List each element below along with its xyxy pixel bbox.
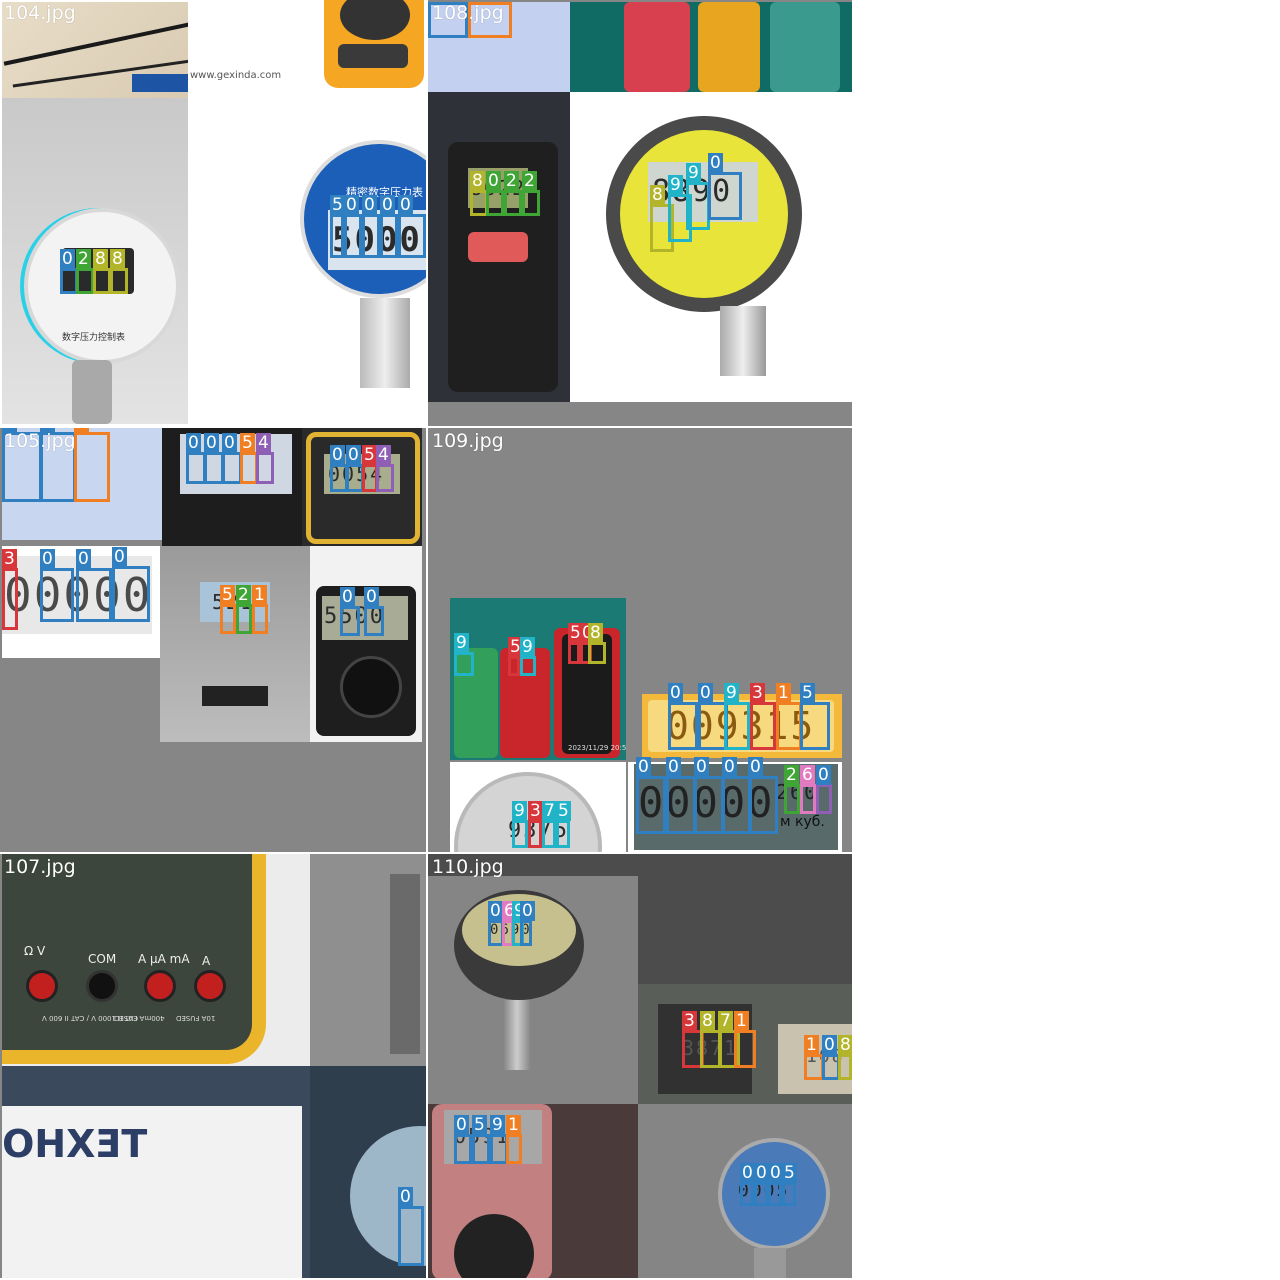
detection-box: 1 (804, 1035, 824, 1080)
detection-box: 0 (344, 195, 362, 258)
detection-box: 5 (220, 585, 236, 634)
detection-box: 5 (782, 1163, 797, 1206)
tile-110: 0690 3871 108 0591 0005 0 6 9 0 3 8 7 1 … (428, 854, 854, 1280)
detection-box: 0 (520, 901, 535, 946)
fused-label-right: 10A FUSED (176, 1014, 216, 1022)
tile-107: Ω V COM A μA mA A CAT II 1000 V / CAT II… (0, 854, 428, 1280)
detection-box: 9 (512, 801, 528, 848)
tile-filename: 110.jpg (432, 856, 504, 878)
detection-box: 3 (528, 801, 543, 848)
detection-box: 0 (668, 683, 698, 750)
detection-box: 0 (340, 587, 360, 636)
detection-box: 4 (376, 445, 394, 492)
detection-box: 8 (93, 249, 111, 294)
detection-box: 0 (398, 1187, 424, 1266)
three-meters-photo (570, 2, 852, 92)
detection-box: 4 (256, 433, 274, 484)
detection-box: 0 (768, 1163, 783, 1206)
photo-timestamp: 2023/11/29 20:59 (568, 744, 626, 752)
orange-multimeter-photo (320, 0, 426, 92)
detection-box: 0 (636, 757, 666, 834)
tile-filename: 107.jpg (4, 856, 76, 878)
detection-box: 3 (2, 549, 18, 630)
tile-filename: 109.jpg (432, 430, 504, 452)
detection-box: 1 (252, 585, 268, 634)
grey-panel-photo (310, 854, 426, 1066)
detection-box: 2 (504, 171, 522, 216)
detection-box: 2 (784, 765, 800, 814)
detection-box: 5 (800, 683, 830, 750)
detection-box: 0 (816, 765, 832, 814)
detection-box: 0 (76, 549, 112, 622)
detection-box: 0 (486, 171, 504, 216)
fused-label-mid: 400mA FUSED (114, 1014, 165, 1022)
detection-box: 1 (776, 683, 802, 750)
detection-box: 0 (362, 195, 380, 258)
detection-box: 5 (556, 801, 571, 848)
detection-box: 9 (520, 637, 536, 676)
detection-box: 3 (750, 683, 776, 750)
multimeter-jacks-photo: Ω V COM A μA mA A CAT II 1000 V / CAT II… (2, 854, 310, 1066)
detection-box: 5 (508, 637, 523, 676)
detection-box: 2 (76, 249, 94, 294)
tile-109: 2023/11/29 20:59 009315 9375 00000 260 м… (428, 428, 854, 854)
detection-box: 5 (330, 195, 345, 258)
texho-box-photo: TEXHO (2, 1066, 310, 1278)
gas-meter-unit: м куб. (780, 814, 825, 830)
red-multimeter-photo: 8022 (428, 92, 570, 402)
tile-filename: 108.jpg (432, 2, 504, 24)
detection-box: 9 (454, 633, 474, 676)
detection-box: 8 (588, 623, 606, 664)
texho-text: TEXHO (2, 1122, 148, 1166)
jack-label-ma: A μA mA (138, 952, 190, 966)
black-meter-photo: 5500 (310, 546, 422, 742)
detection-box: 7 (542, 801, 557, 848)
jack-label-com: COM (88, 952, 117, 966)
jack-label-a: A (202, 954, 211, 968)
detection-box: 0 (40, 549, 74, 622)
jack-label-ohm: Ω V (24, 944, 46, 958)
detection-box: 8 (110, 249, 128, 294)
yellow-gauge-photo: 8890 (570, 92, 852, 402)
detection-box: 5 (472, 1115, 490, 1164)
detection-box: 0 (222, 433, 242, 484)
detection-box: 9 (686, 163, 710, 230)
detection-box: 6 (800, 765, 816, 814)
detection-box: 9 (724, 683, 750, 750)
detection-box: 1 (734, 1011, 756, 1068)
tile-filename: 105.jpg (4, 430, 76, 452)
blue-gauge-photo: 精密数字压力表 50000 (300, 140, 426, 410)
detection-box: 0 (380, 195, 398, 258)
detection-box: 0 (454, 1115, 472, 1164)
detection-box: 0 (666, 757, 696, 834)
detection-box: 8 (838, 1035, 852, 1080)
detection-box: 0 (740, 1163, 755, 1206)
detection-box: 0 (694, 757, 724, 834)
detection-box: 0 (708, 153, 742, 220)
detection-box: 0 (204, 433, 224, 484)
gauge-controller-title: 数字压力控制表 (62, 333, 126, 343)
gexinda-watermark: www.gexinda.com (190, 70, 282, 81)
detection-box: 0 (398, 195, 426, 258)
detection-box: 0 (112, 547, 150, 622)
detection-box: 2 (236, 585, 252, 634)
detection-box: 0 (754, 1163, 769, 1206)
detection-box: 0 (186, 433, 206, 484)
detection-box: 2 (522, 171, 540, 216)
silver-device-photo: 521 (160, 546, 310, 742)
tile-108: 8022 8890 8 0 2 2 8 9 9 0 108.jpg (428, 0, 854, 428)
detection-box: 5 (568, 623, 583, 664)
detection-box: 0 (364, 587, 384, 636)
tile-104: www.gexinda.com 数字压力控制表 精密数字压力表 50000 5 … (0, 0, 428, 428)
tile-105: 0054 00000 521 5500 0 0 1 0 0 0 5 4 0 0 … (0, 428, 428, 854)
detection-box: 0 (748, 757, 778, 834)
detection-box: 1 (74, 428, 110, 502)
detection-box: 1 (506, 1115, 522, 1164)
tile-filename: 104.jpg (4, 2, 76, 24)
